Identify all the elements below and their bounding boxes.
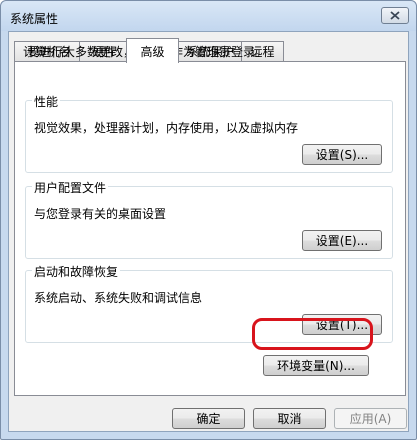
performance-group-title: 性能 [32, 93, 61, 110]
cancel-button[interactable]: 取消 [253, 408, 326, 429]
window-title: 系统属性 [10, 12, 59, 26]
performance-group: 性能 视觉效果，处理器计划，内存使用，以及虚拟内存 设置(S)... [25, 93, 393, 173]
ok-button[interactable]: 确定 [172, 408, 245, 429]
startup-recovery-group-title: 启动和故障恢复 [32, 263, 121, 280]
user-profiles-description: 与您登录有关的桌面设置 [34, 207, 167, 221]
close-icon [390, 11, 400, 20]
title-bar[interactable]: 系统属性 [1, 1, 416, 31]
user-profiles-group: 用户配置文件 与您登录有关的桌面设置 设置(E)... [25, 179, 393, 259]
performance-description: 视觉效果，处理器计划，内存使用，以及虚拟内存 [34, 121, 299, 135]
highlight-annotation [252, 318, 373, 350]
user-profiles-group-title: 用户配置文件 [32, 179, 109, 196]
user-profiles-settings-button[interactable]: 设置(E)... [302, 230, 382, 251]
apply-button[interactable]: 应用(A) [334, 408, 407, 429]
tab-advanced[interactable]: 高级 [126, 38, 179, 63]
performance-settings-button[interactable]: 设置(S)... [302, 144, 382, 165]
system-properties-window: 系统属性 计算机名 硬件 高级 系统保护 远程 要进行大多数更改，您必须作为管理… [0, 0, 417, 440]
startup-recovery-description: 系统启动、系统失败和调试信息 [34, 291, 203, 305]
close-button[interactable] [381, 7, 409, 24]
environment-variables-button[interactable]: 环境变量(N)... [263, 355, 369, 376]
